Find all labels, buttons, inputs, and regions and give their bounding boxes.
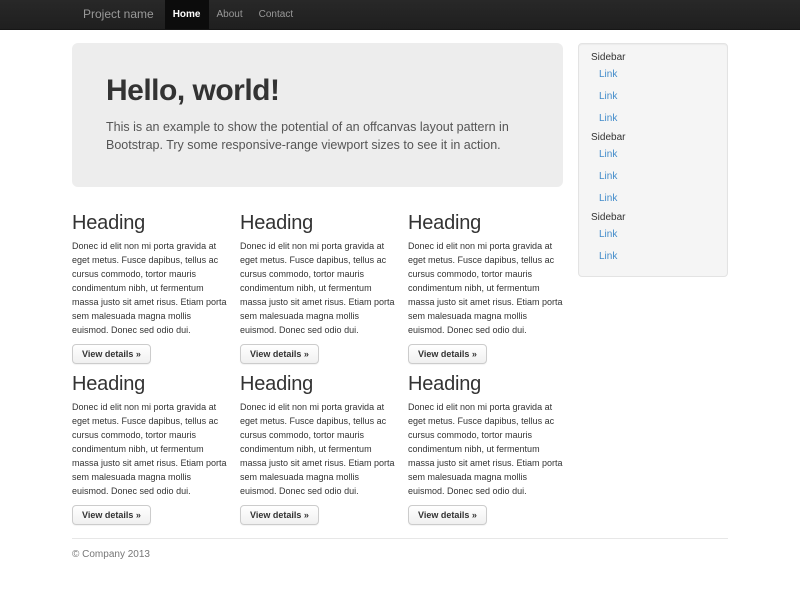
card-text: Donec id elit non mi porta gravida at eg… xyxy=(408,400,563,498)
sidebar-group: Sidebar Link Link Link xyxy=(591,132,715,210)
card-title: Heading xyxy=(72,373,227,395)
view-details-button[interactable]: View details » xyxy=(240,505,319,525)
sidebar-link[interactable]: Link xyxy=(591,144,715,166)
brand-link[interactable]: Project name xyxy=(72,0,165,29)
navbar: Project name Home About Contact xyxy=(0,0,800,30)
sidebar-link[interactable]: Link xyxy=(591,64,715,86)
card-title: Heading xyxy=(408,373,563,395)
nav-item-contact[interactable]: Contact xyxy=(251,0,301,29)
view-details-button[interactable]: View details » xyxy=(408,505,487,525)
sidebar: Sidebar Link Link Link Sidebar Link Link… xyxy=(578,43,728,277)
card-text: Donec id elit non mi porta gravida at eg… xyxy=(240,239,395,337)
sidebar-group: Sidebar Link Link xyxy=(591,212,715,268)
main-column: Hello, world! This is an example to show… xyxy=(72,43,563,525)
copyright-text: © Company 2013 xyxy=(72,549,728,560)
card: Heading Donec id elit non mi porta gravi… xyxy=(408,212,563,364)
footer-divider xyxy=(72,538,728,539)
sidebar-link[interactable]: Link xyxy=(591,108,715,130)
card-title: Heading xyxy=(240,212,395,234)
sidebar-heading: Sidebar xyxy=(591,52,715,64)
navbar-nav: Home About Contact xyxy=(165,0,301,29)
view-details-button[interactable]: View details » xyxy=(408,344,487,364)
card-text: Donec id elit non mi porta gravida at eg… xyxy=(72,400,227,498)
sidebar-heading: Sidebar xyxy=(591,212,715,224)
view-details-button[interactable]: View details » xyxy=(72,344,151,364)
card-text: Donec id elit non mi porta gravida at eg… xyxy=(72,239,227,337)
card: Heading Donec id elit non mi porta gravi… xyxy=(408,373,563,525)
sidebar-link[interactable]: Link xyxy=(591,246,715,268)
view-details-button[interactable]: View details » xyxy=(72,505,151,525)
sidebar-link[interactable]: Link xyxy=(591,166,715,188)
cards-row-2: Heading Donec id elit non mi porta gravi… xyxy=(72,373,563,525)
card-title: Heading xyxy=(408,212,563,234)
jumbotron: Hello, world! This is an example to show… xyxy=(72,43,563,187)
jumbotron-text: This is an example to show the potential… xyxy=(106,118,529,154)
card-title: Heading xyxy=(240,373,395,395)
page-container: Hello, world! This is an example to show… xyxy=(72,43,728,560)
card: Heading Donec id elit non mi porta gravi… xyxy=(72,212,227,364)
sidebar-link[interactable]: Link xyxy=(591,224,715,246)
jumbotron-title: Hello, world! xyxy=(106,74,529,107)
sidebar-heading: Sidebar xyxy=(591,132,715,144)
card-text: Donec id elit non mi porta gravida at eg… xyxy=(408,239,563,337)
navbar-inner: Project name Home About Contact xyxy=(72,0,728,29)
sidebar-link[interactable]: Link xyxy=(591,86,715,108)
card-title: Heading xyxy=(72,212,227,234)
card: Heading Donec id elit non mi porta gravi… xyxy=(72,373,227,525)
card-text: Donec id elit non mi porta gravida at eg… xyxy=(240,400,395,498)
view-details-button[interactable]: View details » xyxy=(240,344,319,364)
card: Heading Donec id elit non mi porta gravi… xyxy=(240,212,395,364)
content-row: Hello, world! This is an example to show… xyxy=(72,43,728,525)
card: Heading Donec id elit non mi porta gravi… xyxy=(240,373,395,525)
sidebar-group: Sidebar Link Link Link xyxy=(591,52,715,130)
cards-row-1: Heading Donec id elit non mi porta gravi… xyxy=(72,212,563,364)
nav-item-home[interactable]: Home xyxy=(165,0,209,29)
sidebar-link[interactable]: Link xyxy=(591,188,715,210)
nav-item-about[interactable]: About xyxy=(209,0,251,29)
